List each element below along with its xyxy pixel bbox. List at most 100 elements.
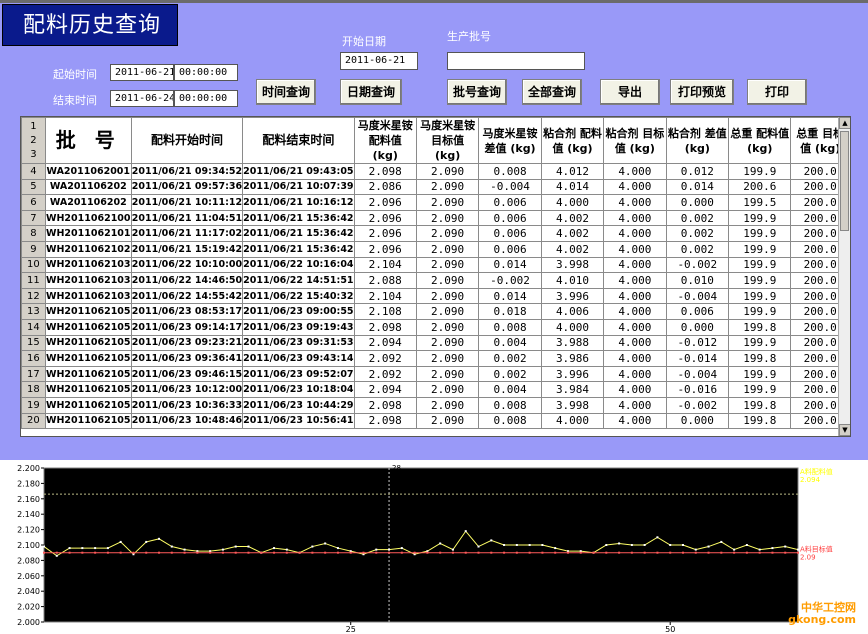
series-point-0 [464,530,467,533]
series-point-0 [477,545,480,548]
table-row[interactable]: 9 WH2011062102 2011/06/21 15:19:42 2011/06/… [21,240,850,258]
table-row[interactable]: 8 WH2011062101 2011/06/21 11:17:02 2011/06/… [21,225,850,242]
cell-batch-number: WH2011062103 [44,287,132,305]
series-point-1 [170,551,173,554]
cell-binder-diff: 0.002 [665,209,730,227]
series-point-0 [630,544,633,546]
time-query-button[interactable]: 时间查询 [256,79,316,105]
cell-a-diff: 0.018 [478,303,542,320]
series-point-1 [158,551,161,554]
series-point-0 [43,545,45,548]
cell-binder-diff: 0.000 [665,194,730,211]
cell-row-number: 15 [21,334,46,352]
end-time-clock-input[interactable]: 00:00:00 [174,90,238,107]
watermark-line-2: gkong.com [788,613,856,626]
table-row[interactable]: 10 WH2011062103 2011/06/22 10:10:00 2011/06… [21,256,850,274]
start-time-clock-input[interactable]: 00:00:00 [174,64,238,81]
export-button[interactable]: 导出 [600,79,660,105]
table-row[interactable]: 15 WH2011062105 2011/06/23 09:23:21 2011/06… [21,334,850,352]
table-row[interactable]: 11 WH2011062103 2011/06/22 14:46:50 2011/06… [21,272,850,289]
print-preview-button[interactable]: 打印预览 [670,79,734,105]
batch-label: 生产批号 [447,30,491,43]
trend-chart[interactable]: 2.200 2.180 2.160 2.140 2.120 2.100 2.080 2.060… [0,460,868,634]
start-time-date-input[interactable]: 2011-06-21 [110,64,174,81]
series-point-0 [81,547,84,550]
history-table[interactable]: 1 2 3 批 号 配料开始时间 配料结束时间 马度米星铵 配料值 (kg) 马… [20,116,851,437]
table-scrollbar[interactable]: ▲ ▼ [838,117,850,436]
series-point-0 [503,544,506,546]
y-tick-label: 2.140 [17,510,40,519]
cell-binder-actual: 4.000 [540,194,605,211]
cell-batch-number: WA201106202 [44,178,132,196]
cell-end-time: 2011/06/23 09:52:07 [242,365,355,383]
series-point-1 [681,551,684,554]
series-point-1 [196,551,199,554]
table-row[interactable]: 5 WA201106202 2011/06/21 09:57:36 2011/06/2… [21,178,850,196]
cell-binder-target: 4.000 [603,318,667,336]
table-row[interactable]: 12 WH2011062103 2011/06/22 14:55:42 2011/06… [21,287,850,305]
cell-total-actual: 199.8 [728,412,792,430]
cell-total-actual: 199.9 [728,365,792,383]
print-button[interactable]: 打印 [747,79,807,105]
cell-row-number: 10 [21,256,46,274]
table-row[interactable]: 6 WA201106202 2011/06/21 10:11:12 2011/06/2… [21,194,850,211]
table-row[interactable]: 20 WH2011062105 2011/06/23 10:48:46 2011/06… [21,412,850,430]
series-point-1 [362,551,365,554]
cell-total-actual: 199.9 [728,225,792,242]
table-row[interactable]: 7 WH2011062100 2011/06/21 11:04:51 2011/06/… [21,209,850,227]
scroll-thumb[interactable] [840,131,849,231]
table-row[interactable]: 14 WH2011062105 2011/06/23 09:14:17 2011/06… [21,318,850,336]
cell-total-actual: 199.9 [728,287,792,305]
end-time-date-input[interactable]: 2011-06-24 [110,90,174,107]
cell-binder-diff: -0.004 [665,287,730,305]
series-point-1 [643,551,646,554]
table-row[interactable]: 4 WA2011062001 2011/06/21 09:34:52 2011/06/… [21,163,850,180]
cell-binder-diff: 0.014 [665,178,730,196]
start-date-input[interactable]: 2011-06-21 [340,52,418,70]
cell-total-actual: 199.8 [728,318,792,336]
series-point-0 [311,545,314,548]
all-query-button[interactable]: 全部查询 [522,79,582,105]
cell-end-time: 2011/06/23 09:00:55 [242,303,355,320]
date-query-button[interactable]: 日期查询 [340,79,402,105]
cell-a-diff: 0.004 [478,334,542,352]
cell-a-target: 2.090 [415,396,480,414]
end-time-label: 结束时间 [53,94,97,107]
series-point-1 [618,551,621,554]
cell-start-time: 2011/06/21 09:57:36 [130,178,244,196]
cell-batch-number: WH2011062105 [44,318,132,336]
cell-end-time: 2011/06/21 10:16:12 [242,194,355,211]
x-tick-label: 25 [346,625,356,634]
cell-a-actual: 2.092 [353,350,417,367]
table-row[interactable]: 16 WH2011062105 2011/06/23 09:36:41 2011/06… [21,350,850,367]
cell-binder-actual: 4.002 [540,225,605,242]
table-row[interactable]: 19 WH2011062105 2011/06/23 10:36:33 2011/06… [21,396,850,414]
batch-query-button[interactable]: 批号查询 [447,79,507,105]
series-point-0 [119,540,122,543]
series-point-0 [68,547,71,550]
plot-area [43,467,799,623]
table-row[interactable]: 18 WH2011062105 2011/06/23 10:12:00 2011/06… [21,381,850,398]
series-point-1 [656,551,659,554]
cell-start-time: 2011/06/23 09:23:21 [130,334,244,352]
series-point-0 [694,548,697,551]
cell-binder-target: 4.000 [603,163,667,180]
cell-start-time: 2011/06/23 09:14:17 [130,318,244,336]
cell-row-number: 9 [21,240,46,258]
cell-binder-actual: 3.986 [540,350,605,367]
table-row[interactable]: 17 WH2011062105 2011/06/23 09:46:15 2011/06… [21,365,850,383]
cell-binder-actual: 4.002 [540,209,605,227]
series-point-0 [183,548,186,551]
series-point-1 [797,551,799,554]
series-point-0 [221,548,224,551]
batch-input[interactable] [447,52,585,70]
scroll-up-arrow-icon[interactable]: ▲ [839,117,850,129]
cell-a-actual: 2.088 [353,272,417,289]
scroll-down-arrow-icon[interactable]: ▼ [839,424,850,436]
cell-binder-target: 4.000 [603,287,667,305]
cell-a-diff: 0.006 [478,194,542,211]
series-point-1 [94,551,97,554]
table-row[interactable]: 13 WH2011062105 2011/06/23 08:53:17 2011/06… [21,303,850,320]
series-point-1 [745,551,748,554]
cell-binder-diff: 0.000 [665,318,730,336]
